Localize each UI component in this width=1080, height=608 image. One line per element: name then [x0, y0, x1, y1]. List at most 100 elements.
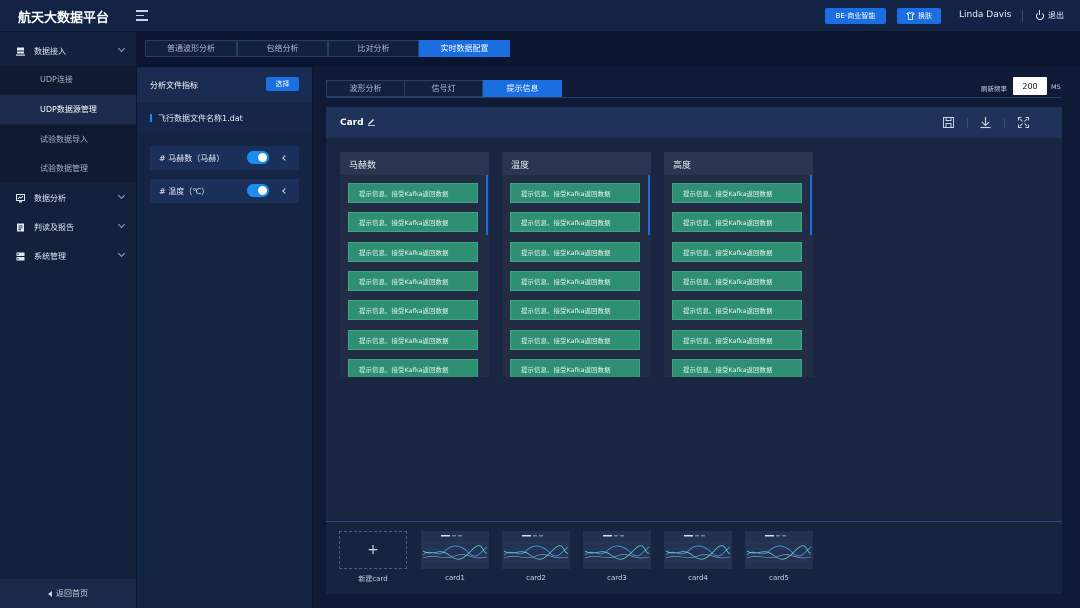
message-item[interactable]: 提示信息、接受Kafka返回数据 — [672, 241, 802, 262]
choose-button[interactable]: 选择 — [266, 77, 299, 91]
message-item[interactable]: 提示信息、接受Kafka返回数据 — [510, 212, 640, 233]
tab-realtime-config[interactable]: 实时数据配置 — [419, 40, 510, 57]
metric-item-mach[interactable]: # 马赫数（马赫） — [150, 146, 299, 170]
save-icon[interactable] — [942, 116, 955, 129]
logout-button[interactable]: 退出 — [1036, 9, 1064, 21]
file-name-row[interactable]: 飞行数据文件名称1.dat — [137, 104, 312, 132]
card-thumbnail[interactable] — [583, 531, 651, 569]
column-scrollbar[interactable] — [648, 175, 650, 235]
card-title: Card — [340, 118, 364, 128]
metric-toggle[interactable] — [247, 151, 269, 164]
refresh-rate-input[interactable]: 200 — [1013, 77, 1047, 95]
thumbnail-preview — [503, 535, 569, 562]
sidebar-item-test-import[interactable]: 试验数据导入 — [0, 125, 136, 154]
message-column-header: 马赫数 — [340, 152, 489, 175]
message-column-title: 马赫数 — [349, 161, 377, 171]
chevron-down-icon — [117, 44, 126, 53]
message-column: 温度提示信息、接受Kafka返回数据 提示信息、接受Kafka返回数据 提示信息、接… — [502, 152, 651, 377]
skin-button[interactable]: 换肤 — [897, 8, 941, 24]
message-item[interactable]: 提示信息、接受Kafka返回数据 — [672, 270, 802, 291]
chevron-down-icon — [117, 249, 126, 258]
message-item[interactable]: 提示信息、接受Kafka返回数据 — [348, 358, 478, 377]
message-item[interactable]: 提示信息、接受Kafka返回数据 — [510, 358, 640, 377]
card-thumbnail-label: card5 — [769, 574, 789, 582]
sidebar-item-label: 试验数据导入 — [40, 135, 88, 144]
thumbnail-preview — [665, 535, 731, 562]
subtab-signal-light[interactable]: 信号灯 — [404, 80, 483, 97]
message-item[interactable]: 提示信息、接受Kafka返回数据 — [510, 183, 640, 203]
header-icon-divider — [1004, 118, 1005, 128]
thumbnail-preview — [746, 535, 812, 562]
message-column: 马赫数提示信息、接受Kafka返回数据 提示信息、接受Kafka返回数据 提示信息、… — [340, 152, 489, 377]
metric-item-temperature[interactable]: # 温度（℃） — [150, 179, 299, 203]
sidebar-item-udp-source[interactable]: UDP数据源管理 — [0, 95, 136, 124]
new-card-label: 新建card — [358, 575, 388, 583]
chevron-down-icon — [117, 220, 126, 229]
nav-group-report[interactable]: 判读及报告 — [0, 213, 136, 241]
sidebar-item-test-manage[interactable]: 试验数据管理 — [0, 154, 136, 183]
chart-icon — [16, 193, 25, 202]
app-title: 航天大数据平台 — [18, 11, 110, 26]
message-item[interactable]: 提示信息、接受Kafka返回数据 — [510, 241, 640, 262]
column-scrollbar[interactable] — [486, 175, 488, 235]
main-panel: 波形分析 信号灯 提示信息 刷新频率 200 MS Card 马赫数 提示信息、接… — [313, 67, 1080, 608]
message-item[interactable]: 提示信息、接受Kafka返回数据 — [510, 329, 640, 350]
nav-group-system[interactable]: 系统管理 — [0, 242, 136, 270]
thumbnail-preview — [584, 535, 650, 562]
metric-toggle[interactable] — [247, 184, 269, 197]
menu-collapse-icon[interactable] — [136, 10, 148, 21]
nav-group-data-access[interactable]: 数据接入 — [0, 37, 136, 65]
message-item[interactable]: 提示信息、接受Kafka返回数据 — [510, 300, 640, 321]
tab-compare[interactable]: 比对分析 — [328, 40, 419, 57]
edit-icon[interactable] — [367, 117, 376, 126]
card-thumbnail[interactable] — [421, 531, 489, 569]
chevron-left-icon[interactable] — [282, 155, 288, 161]
file-marker — [150, 114, 152, 122]
tab-envelope[interactable]: 包络分析 — [237, 40, 328, 57]
back-home-label: 返回首页 — [56, 589, 88, 598]
message-item[interactable]: 提示信息、接受Kafka返回数据 — [672, 300, 802, 321]
message-item[interactable]: 提示信息、接受Kafka返回数据 — [672, 212, 802, 233]
nav-group-label: 系统管理 — [34, 251, 66, 261]
top-bar: 航天大数据平台 BE-商业智能 换肤 Linda Davis 退出 — [0, 0, 1080, 32]
message-item[interactable]: 提示信息、接受Kafka返回数据 — [348, 212, 478, 233]
message-item[interactable]: 提示信息、接受Kafka返回数据 — [348, 300, 478, 321]
message-item[interactable]: 提示信息、接受Kafka返回数据 — [672, 358, 802, 377]
card-thumbnail-label: card2 — [526, 574, 546, 582]
bi-button[interactable]: BE-商业智能 — [825, 8, 886, 24]
nav-group-data-analysis[interactable]: 数据分析 — [0, 184, 136, 212]
column-scrollbar[interactable] — [810, 175, 812, 235]
message-item[interactable]: 提示信息、接受Kafka返回数据 — [348, 270, 478, 291]
card-thumbnail[interactable] — [664, 531, 732, 569]
message-item[interactable]: 提示信息、接受Kafka返回数据 — [348, 329, 478, 350]
message-item[interactable]: 提示信息、接受Kafka返回数据 — [672, 329, 802, 350]
tab-waveform[interactable]: 普通波形分析 — [145, 40, 237, 57]
subtab-waveform[interactable]: 波形分析 — [326, 80, 405, 97]
metrics-panel-title: 分析文件指标 — [150, 81, 198, 90]
message-item[interactable]: 提示信息、接受Kafka返回数据 — [510, 270, 640, 291]
back-home-button[interactable]: 返回首页 — [0, 579, 136, 608]
message-item[interactable]: 提示信息、接受Kafka返回数据 — [348, 183, 478, 203]
message-column-title: 温度 — [511, 161, 530, 171]
fullscreen-icon[interactable] — [1017, 116, 1030, 129]
new-card-button[interactable]: + — [339, 531, 407, 569]
sidebar-item-label: UDP数据源管理 — [40, 105, 97, 114]
subtab-tips[interactable]: 提示信息 — [483, 80, 562, 97]
sidebar: 数据接入 UDP连接 UDP数据源管理 试验数据导入 试验数据管理 数据分析 判… — [0, 32, 136, 608]
logout-label: 退出 — [1048, 11, 1064, 20]
card-thumbnail[interactable] — [502, 531, 570, 569]
sidebar-item-label: 试验数据管理 — [40, 164, 88, 173]
card-thumbnail[interactable] — [745, 531, 813, 569]
sidebar-item-udp-connect[interactable]: UDP连接 — [0, 65, 136, 94]
header-icon-divider — [967, 118, 968, 128]
user-name[interactable]: Linda Davis — [959, 10, 1011, 20]
message-item[interactable]: 提示信息、接受Kafka返回数据 — [348, 241, 478, 262]
card-thumbnail-label: card1 — [445, 574, 465, 582]
message-item[interactable]: 提示信息、接受Kafka返回数据 — [672, 183, 802, 203]
report-icon — [17, 223, 24, 231]
card-thumbnail-label: card3 — [607, 574, 627, 582]
download-icon[interactable] — [979, 116, 992, 129]
chevron-left-icon[interactable] — [282, 188, 288, 194]
chevron-down-icon — [117, 191, 126, 200]
sidebar-item-label: UDP连接 — [40, 75, 73, 84]
